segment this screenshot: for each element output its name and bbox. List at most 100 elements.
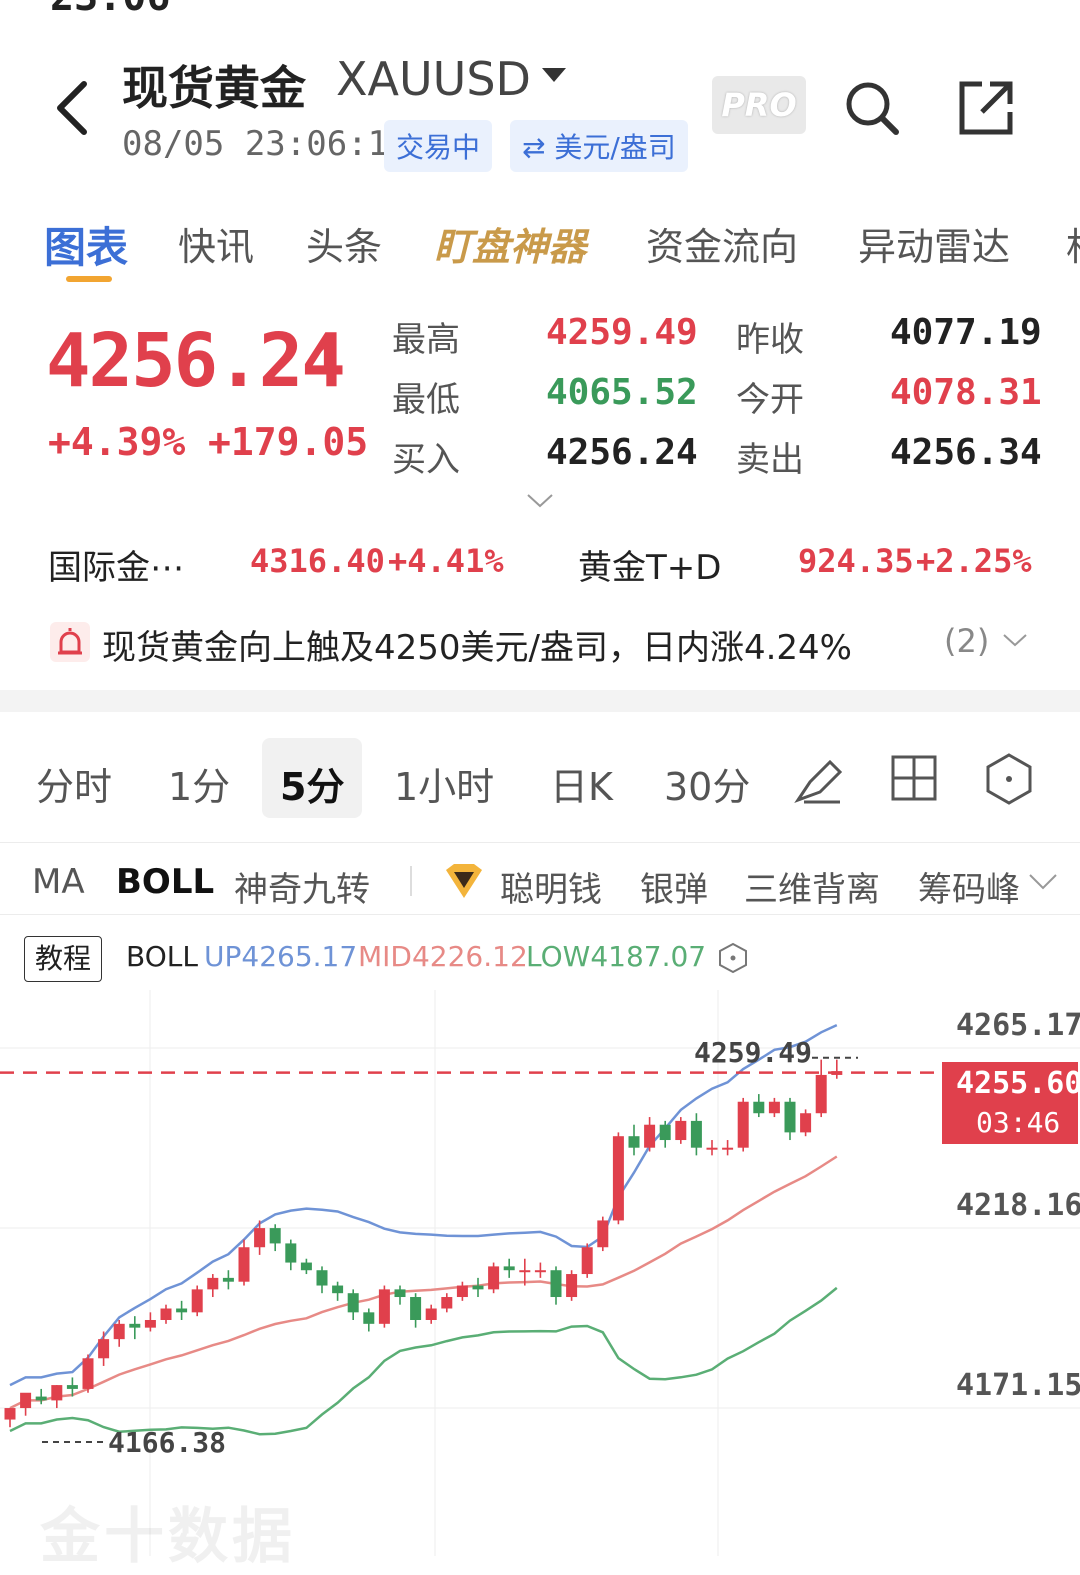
expand-chevron-icon[interactable] xyxy=(526,492,554,514)
candle-body xyxy=(176,1308,188,1313)
indicator-magic-nine[interactable]: 神奇九转 xyxy=(234,862,370,911)
candle-body xyxy=(441,1297,453,1309)
candle-body xyxy=(394,1289,406,1298)
tab-fund-flow[interactable]: 资金流向 xyxy=(646,216,798,271)
period-1hour[interactable]: 1小时 xyxy=(394,756,494,811)
candle-body xyxy=(82,1358,94,1389)
candle-body xyxy=(488,1266,500,1290)
candle-body xyxy=(737,1101,749,1148)
share-icon[interactable] xyxy=(956,78,1016,142)
candle-body xyxy=(722,1147,734,1150)
related-b-name[interactable]: 黄金T+D xyxy=(578,540,721,589)
candle-body xyxy=(675,1120,687,1141)
candle-body xyxy=(550,1270,562,1298)
boll-lower-line xyxy=(9,1286,838,1436)
candlestick-chart[interactable] xyxy=(0,990,1080,1556)
settings-hex-icon[interactable] xyxy=(984,752,1034,810)
tab-watch-tool[interactable]: 盯盘神器 xyxy=(434,216,586,271)
open-label: 今开 xyxy=(736,380,804,420)
candle-body xyxy=(519,1270,531,1273)
tab-chart[interactable]: 图表 xyxy=(44,214,128,275)
candle-body xyxy=(66,1385,78,1389)
candle-body xyxy=(332,1285,344,1294)
alert-count[interactable]: (2) xyxy=(944,622,989,660)
dropdown-icon[interactable] xyxy=(540,66,568,86)
indicator-chip-peak[interactable]: 筹码峰 xyxy=(918,862,1028,911)
candle-body xyxy=(300,1262,312,1271)
tab-anomaly-radar[interactable]: 异动雷达 xyxy=(858,216,1010,271)
candle-body xyxy=(706,1147,718,1150)
ask-label: 卖出 xyxy=(736,440,804,480)
search-icon[interactable] xyxy=(842,78,902,142)
draw-tool-icon[interactable] xyxy=(792,752,846,810)
high-value: 4259.49 xyxy=(546,312,698,353)
period-30min[interactable]: 30分 xyxy=(664,756,750,811)
related-a-price: 4316.40 xyxy=(250,542,385,580)
unit-toggle[interactable]: ⇄ 美元/盎司 xyxy=(510,120,688,172)
axis-tick-label: 4171.15 xyxy=(956,1368,1080,1403)
back-icon[interactable] xyxy=(50,78,94,138)
candle-body xyxy=(113,1323,125,1340)
candle-body xyxy=(690,1120,702,1148)
period-timeshare[interactable]: 分时 xyxy=(36,756,112,811)
candle-body xyxy=(534,1270,546,1273)
candle-body xyxy=(347,1293,359,1313)
candle-body xyxy=(238,1247,250,1282)
boll-settings-icon[interactable] xyxy=(718,942,748,978)
related-a-name[interactable]: 国际金⋯ xyxy=(48,540,184,589)
candle-body xyxy=(800,1113,812,1133)
indicator-3d-divergence[interactable]: 三维背离 xyxy=(744,862,880,911)
candle-body xyxy=(410,1297,422,1320)
current-price-tag-value: 4255.60 xyxy=(956,1066,1080,1101)
candle-body xyxy=(254,1228,266,1248)
divider-line xyxy=(0,914,1080,915)
instrument-code[interactable]: XAUUSD xyxy=(336,52,531,106)
candle-body xyxy=(285,1243,297,1263)
period-1min[interactable]: 1分 xyxy=(168,756,230,811)
ask-value: 4256.34 xyxy=(890,432,1042,473)
bid-value: 4256.24 xyxy=(546,432,698,473)
pro-badge[interactable]: PRO xyxy=(712,76,806,134)
diamond-icon xyxy=(442,862,486,906)
alarm-icon xyxy=(50,622,90,662)
candle-body xyxy=(456,1285,468,1298)
candle-body xyxy=(784,1101,796,1133)
layout-grid-icon[interactable] xyxy=(890,754,938,806)
tab-news-flash[interactable]: 快讯 xyxy=(178,216,254,271)
candle-body xyxy=(612,1136,624,1221)
candle-body xyxy=(581,1247,593,1275)
candle-body xyxy=(425,1308,437,1320)
candle-body xyxy=(363,1312,375,1324)
watermark-logo: 金十数据 xyxy=(40,1502,296,1572)
candle-body xyxy=(768,1101,780,1114)
candle-body xyxy=(503,1266,515,1271)
alert-text[interactable]: 现货黄金向上触及4250美元/盎司，日内涨4.24% xyxy=(102,620,852,669)
candle-body xyxy=(815,1074,827,1114)
candle-body xyxy=(144,1319,156,1328)
low-value: 4065.52 xyxy=(546,372,698,413)
trading-status-badge: 交易中 xyxy=(384,120,493,172)
instrument-name: 现货黄金 xyxy=(122,61,306,115)
candle-countdown: 03:46 xyxy=(976,1106,1061,1139)
candle-body xyxy=(628,1136,640,1148)
tab-related[interactable]: 相 xyxy=(1066,216,1080,271)
tab-headlines[interactable]: 头条 xyxy=(306,216,382,271)
indicator-silver-bullet[interactable]: 银弹 xyxy=(640,862,708,911)
candle-body xyxy=(20,1392,32,1409)
more-indicators-chevron-icon[interactable] xyxy=(1028,872,1058,896)
up-arrow-icon: ↑ xyxy=(308,334,345,385)
high-marker-label: 4259.49 xyxy=(694,1036,813,1069)
section-divider xyxy=(0,690,1080,712)
period-5min[interactable]: 5分 xyxy=(280,756,344,811)
candle-body xyxy=(659,1124,671,1141)
indicator-boll[interactable]: BOLL xyxy=(116,862,214,902)
period-daily[interactable]: 日K xyxy=(550,756,613,811)
indicator-ma[interactable]: MA xyxy=(32,862,85,902)
tutorial-button[interactable]: 教程 xyxy=(24,936,102,982)
current-price: 4256.24 xyxy=(46,318,346,404)
indicator-smart-money[interactable]: 聪明钱 xyxy=(500,862,602,911)
alert-chevron-icon[interactable] xyxy=(1002,632,1028,654)
candle-body xyxy=(191,1289,203,1313)
candle-body xyxy=(129,1323,141,1328)
axis-tick-label: 4265.17 xyxy=(956,1008,1080,1043)
